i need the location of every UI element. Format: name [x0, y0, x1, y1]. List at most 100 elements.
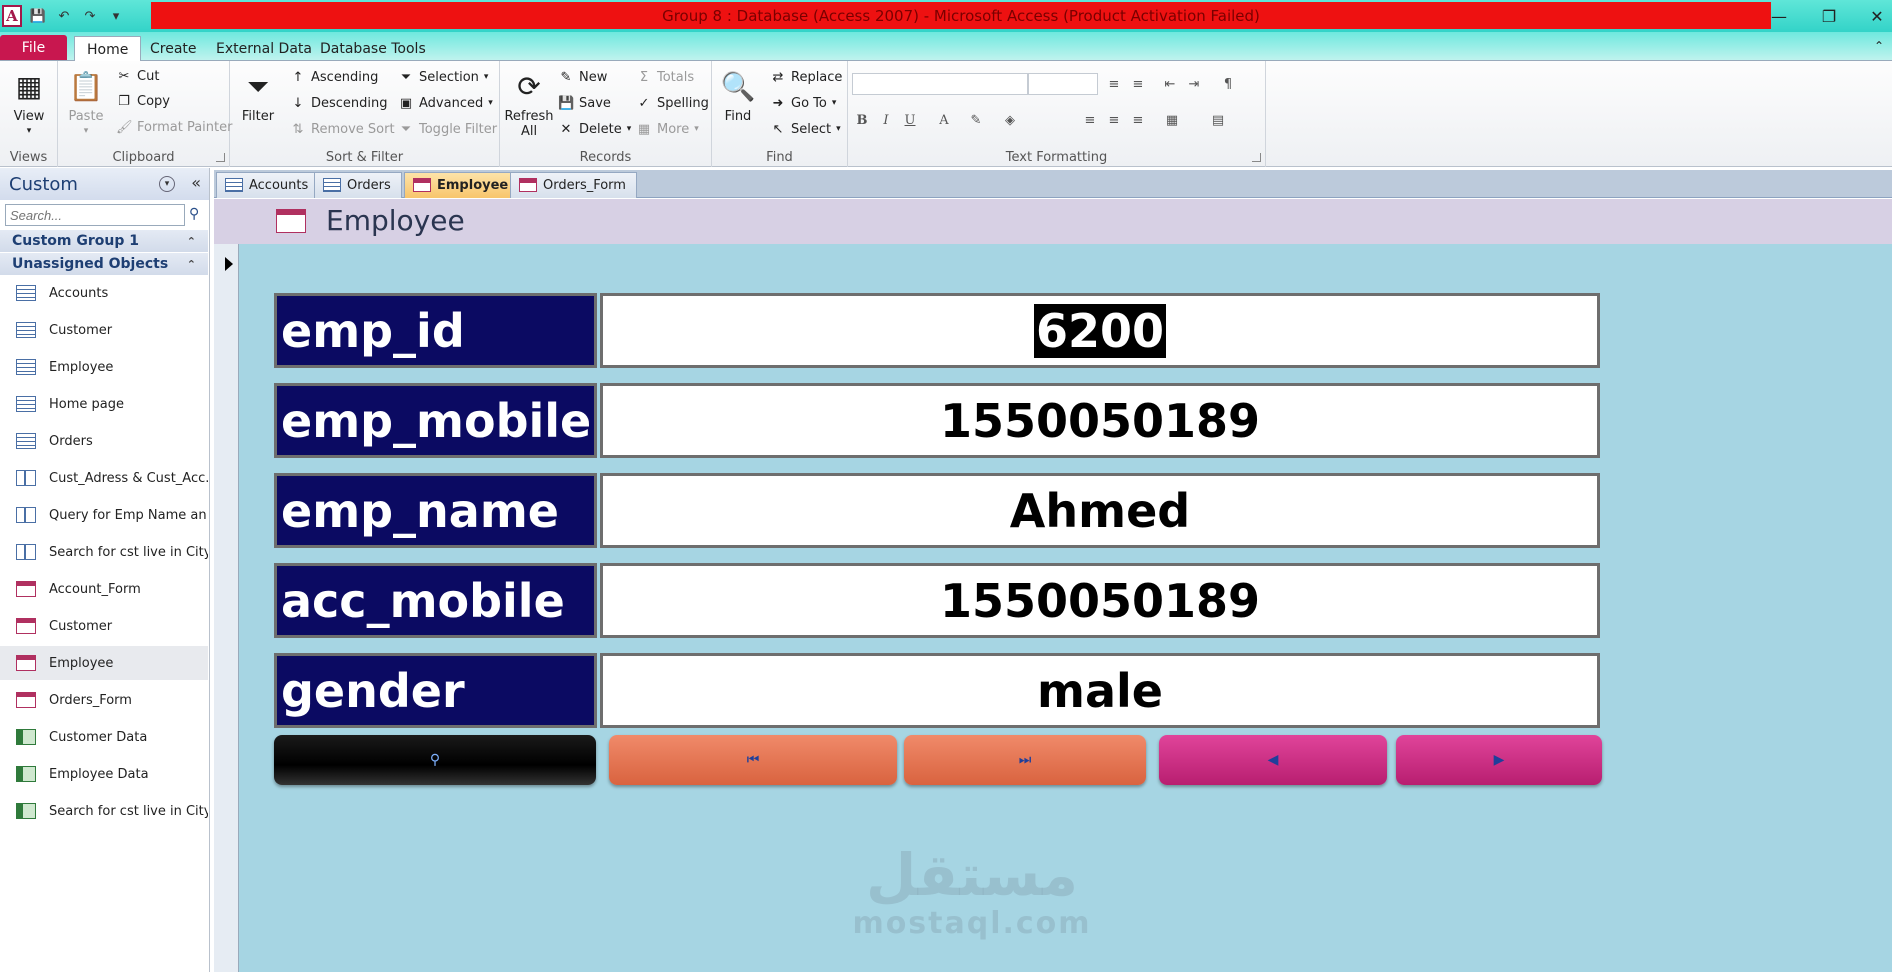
- access-logo-icon[interactable]: A: [2, 5, 22, 27]
- copy-button[interactable]: ❐ Copy: [116, 91, 170, 111]
- nav-item-city-search-query[interactable]: Search for cst live in City: [0, 535, 208, 569]
- select-button[interactable]: ↖ Select ▾: [770, 119, 841, 139]
- font-name-select[interactable]: [852, 73, 1028, 95]
- paste-button[interactable]: 📋 Paste ▾: [66, 67, 106, 139]
- next-record-button[interactable]: ▶: [1396, 735, 1602, 785]
- redo-icon[interactable]: ↷: [80, 6, 100, 26]
- nav-item-accounts-table[interactable]: Accounts: [0, 276, 208, 310]
- nav-item-account-form[interactable]: Account_Form: [0, 572, 208, 606]
- save-record-button[interactable]: 💾 Save: [558, 93, 611, 113]
- paragraph-icon[interactable]: ¶: [1218, 74, 1238, 94]
- tab-home[interactable]: Home: [74, 36, 142, 62]
- bold-icon[interactable]: B: [852, 110, 872, 130]
- decrease-indent-icon[interactable]: ⇤: [1160, 74, 1180, 94]
- doc-tab-orders[interactable]: Orders: [314, 172, 402, 198]
- doc-tab-orders-form[interactable]: Orders_Form: [510, 172, 637, 198]
- search-record-button[interactable]: ⚲: [274, 735, 596, 785]
- cut-button[interactable]: ✂ Cut: [116, 66, 160, 86]
- nav-group-unassigned-objects[interactable]: Unassigned Objects ⌃: [0, 253, 208, 275]
- text-formatting-launcher-icon[interactable]: [1252, 153, 1261, 162]
- emp-mobile-field[interactable]: 1550050189: [600, 383, 1600, 458]
- bullets-icon[interactable]: ≡: [1104, 74, 1124, 94]
- descending-button[interactable]: ↓ Descending: [290, 93, 388, 113]
- find-button[interactable]: 🔍 Find: [716, 67, 760, 124]
- nav-search-input[interactable]: [5, 204, 185, 226]
- underline-icon[interactable]: U: [900, 110, 920, 130]
- emp-name-field[interactable]: Ahmed: [600, 473, 1600, 548]
- tab-file[interactable]: File: [0, 35, 67, 60]
- nav-item-employee-table[interactable]: Employee: [0, 350, 208, 384]
- previous-record-button[interactable]: ◀: [1159, 735, 1387, 785]
- nav-group-custom-group-1[interactable]: Custom Group 1 ⌃: [0, 230, 208, 252]
- numbering-icon[interactable]: ≡: [1128, 74, 1148, 94]
- gridlines-icon[interactable]: ▦: [1162, 110, 1182, 130]
- font-size-select[interactable]: [1028, 73, 1098, 95]
- doc-tab-accounts[interactable]: Accounts: [216, 172, 320, 198]
- nav-item-employee-form[interactable]: Employee: [0, 646, 208, 680]
- replace-button[interactable]: ⇄ Replace: [770, 67, 843, 87]
- nav-menu-dropdown-icon[interactable]: ▾: [159, 176, 175, 192]
- refresh-all-button[interactable]: ⟳ Refresh All: [504, 67, 554, 139]
- more-button[interactable]: ▦ More ▾: [636, 119, 699, 139]
- nav-item-orders-form[interactable]: Orders_Form: [0, 683, 208, 717]
- nav-item-employee-data-report[interactable]: Employee Data: [0, 757, 208, 791]
- collapse-pane-icon[interactable]: «: [191, 173, 201, 192]
- align-left-icon[interactable]: ≡: [1080, 110, 1100, 130]
- save-icon[interactable]: 💾: [28, 6, 48, 26]
- nav-item-customer-table[interactable]: Customer: [0, 313, 208, 347]
- delete-record-button[interactable]: ✕ Delete ▾: [558, 119, 632, 139]
- tab-external-data[interactable]: External Data: [204, 36, 324, 61]
- close-icon[interactable]: ✕: [1862, 4, 1892, 28]
- alternate-row-color-icon[interactable]: ▤: [1208, 110, 1228, 130]
- font-color-icon[interactable]: A: [934, 110, 954, 130]
- view-button[interactable]: ▦ View ▾: [8, 67, 50, 139]
- sort-filter-group-label: Sort & Filter: [325, 150, 404, 165]
- nav-item-customer-data-report[interactable]: Customer Data: [0, 720, 208, 754]
- acc-mobile-field[interactable]: 1550050189: [600, 563, 1600, 638]
- nav-item-cust-address-query[interactable]: Cust_Adress & Cust_Acc...: [0, 461, 208, 495]
- increase-indent-icon[interactable]: ⇥: [1184, 74, 1204, 94]
- align-center-icon[interactable]: ≡: [1104, 110, 1124, 130]
- remove-sort-icon: ⇅: [292, 121, 304, 137]
- ascending-button[interactable]: ↑ Ascending: [290, 67, 379, 87]
- gender-field[interactable]: male: [600, 653, 1600, 728]
- format-painter-button[interactable]: 🖌 Format Painter: [116, 117, 232, 137]
- remove-sort-button[interactable]: ⇅ Remove Sort: [290, 119, 395, 139]
- nav-item-city-search-report[interactable]: Search for cst live in City...: [0, 794, 208, 828]
- nav-item-home-page-table[interactable]: Home page: [0, 387, 208, 421]
- restore-icon[interactable]: ❐: [1814, 4, 1844, 28]
- align-right-icon[interactable]: ≡: [1128, 110, 1148, 130]
- spelling-button[interactable]: ✓ Spelling: [636, 93, 709, 113]
- italic-icon[interactable]: I: [876, 110, 896, 130]
- fill-color-icon[interactable]: ◈: [1000, 110, 1020, 130]
- undo-icon[interactable]: ↶: [54, 6, 74, 26]
- tab-database-tools[interactable]: Database Tools: [308, 36, 438, 61]
- query-icon: [16, 544, 36, 560]
- spelling-icon: ✓: [638, 95, 650, 111]
- advanced-button[interactable]: ▣ Advanced ▾: [398, 93, 493, 113]
- nav-item-customer-form[interactable]: Customer: [0, 609, 208, 643]
- descending-label: Descending: [311, 95, 388, 111]
- new-record-button[interactable]: ✎ New: [558, 67, 608, 87]
- selection-button[interactable]: ⏷ Selection ▾: [398, 67, 489, 87]
- toggle-filter-button[interactable]: ⏷ Toggle Filter: [398, 119, 497, 139]
- doc-tab-employee[interactable]: Employee: [404, 172, 520, 198]
- tab-create[interactable]: Create: [138, 36, 209, 61]
- first-record-button[interactable]: ⏮: [609, 735, 897, 785]
- search-icon[interactable]: ⚲: [189, 206, 199, 222]
- filter-button[interactable]: ⏷ Filter: [238, 67, 278, 124]
- record-selector[interactable]: [214, 244, 239, 972]
- collapse-ribbon-icon[interactable]: ⌃: [1864, 34, 1892, 58]
- nav-item-emp-name-query[interactable]: Query for Emp Name an...: [0, 498, 208, 532]
- nav-item-orders-table[interactable]: Orders: [0, 424, 208, 458]
- customize-icon[interactable]: ▾: [106, 6, 126, 26]
- last-record-button[interactable]: ⏭: [904, 735, 1146, 785]
- nav-pane-header[interactable]: Custom ▾ «: [0, 168, 209, 200]
- clipboard-launcher-icon[interactable]: [216, 153, 225, 162]
- emp-id-field[interactable]: 6200: [600, 293, 1600, 368]
- funnel-icon: ⏷: [246, 69, 270, 103]
- totals-button[interactable]: Σ Totals: [636, 67, 694, 87]
- highlight-icon[interactable]: ✎: [966, 110, 986, 130]
- goto-button[interactable]: ➜ Go To ▾: [770, 93, 837, 113]
- minimize-icon[interactable]: —: [1764, 4, 1794, 28]
